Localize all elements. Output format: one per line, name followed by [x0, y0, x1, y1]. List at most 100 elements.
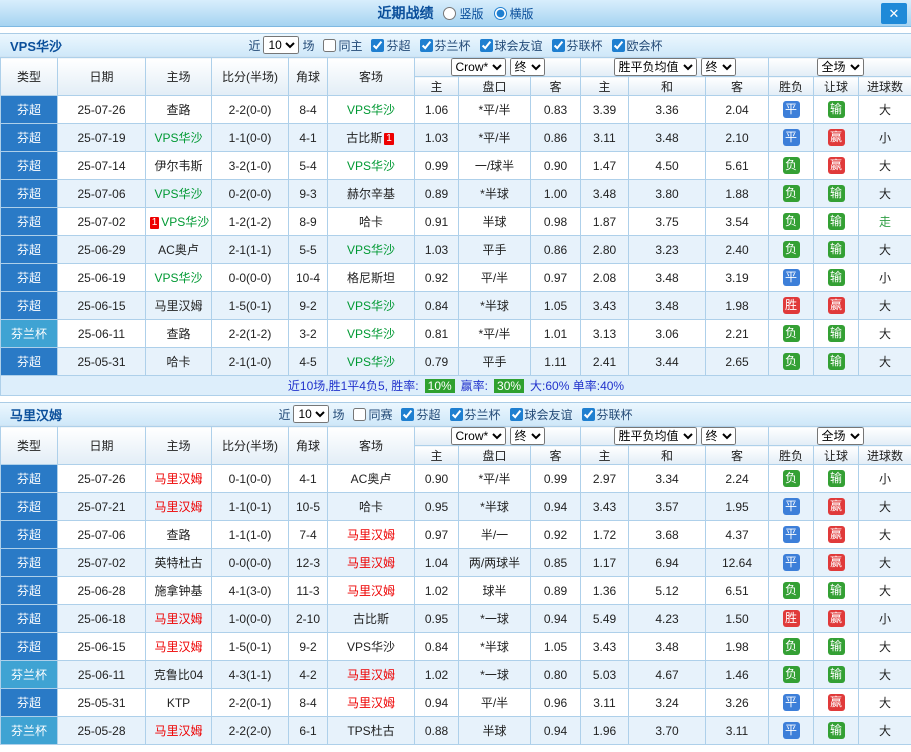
asia-handicap: *半球	[458, 492, 531, 521]
result-handicap-cell: 赢	[813, 604, 860, 633]
filter-checkbox[interactable]: 芬兰杯	[449, 406, 501, 423]
team-section: 马里汉姆近 10 场同赛 芬超 芬兰杯 球会友谊 芬联杯 类型 日期 主场 比分(半场) 角球 客场 Cr…	[0, 402, 911, 745]
match-date: 25-06-28	[57, 576, 146, 605]
checkbox-input[interactable]	[479, 38, 493, 52]
euro-away-odds: 2.04	[704, 95, 770, 124]
checkbox-input[interactable]	[581, 407, 595, 421]
result-wdl-cell: 胜	[768, 291, 815, 320]
europe-odds-select[interactable]: 胜平负均值	[613, 427, 697, 445]
checkbox-input[interactable]	[353, 407, 367, 421]
asia-home-odds: 0.95	[414, 604, 459, 633]
home-team-name: 查路	[166, 528, 191, 542]
league-type-cell: 芬超	[0, 464, 58, 493]
euro-away-odds: 3.19	[704, 263, 770, 292]
asia-odds-select[interactable]: Crow*	[450, 58, 506, 76]
home-team-name: 伊尔韦斯	[154, 159, 203, 173]
euro-home-odds: 3.11	[580, 123, 629, 152]
handicap-badge: 赢	[827, 694, 845, 711]
filter-bar: 近 10 场 同主 芬超 芬兰杯 球会友谊 芬联杯 欧会杯	[248, 36, 663, 54]
checkbox-input[interactable]	[551, 38, 565, 52]
filter-checkbox[interactable]: 芬联杯	[581, 406, 633, 423]
league-type-cell: 芬超	[0, 235, 58, 264]
corner-cell: 8-9	[288, 207, 328, 236]
checkbox-input[interactable]	[419, 38, 433, 52]
asia-odds-select[interactable]: 终	[509, 58, 545, 76]
handicap-badge: 输	[827, 722, 845, 739]
wdl-badge: 负	[782, 213, 800, 230]
match-row: 芬超 25-05-31 KTP 2-2(0-1) 8-4 马里汉姆 0.94 平/半 0.96 3…	[0, 688, 911, 717]
wdl-badge: 负	[782, 325, 800, 342]
wdl-badge: 平	[782, 722, 800, 739]
layout-radio-horizontal[interactable]: 横版	[493, 5, 534, 22]
close-button[interactable]: ✕	[881, 3, 907, 24]
asia-odds-select[interactable]: 终	[509, 427, 545, 445]
radio-input[interactable]	[443, 6, 457, 20]
result-handicap-cell: 输	[813, 464, 860, 493]
filter-checkbox[interactable]: 芬兰杯	[419, 37, 471, 54]
score-cell: 0-0(0-0)	[211, 263, 289, 292]
filter-checkbox[interactable]: 芬超	[401, 406, 441, 423]
score-cell: 2-1(1-1)	[211, 235, 289, 264]
checkbox-input[interactable]	[323, 38, 337, 52]
match-date: 25-06-15	[57, 632, 146, 661]
europe-odds-select[interactable]: 终	[700, 427, 736, 445]
checkbox-input[interactable]	[611, 38, 625, 52]
handicap-badge: 赢	[827, 129, 845, 146]
radio-label: 竖版	[459, 6, 484, 21]
checkbox-input[interactable]	[449, 407, 463, 421]
away-team-cell: VPS华沙	[327, 347, 415, 376]
asia-handicap: *平/半	[458, 464, 531, 493]
asia-home-odds: 0.79	[414, 347, 459, 376]
league-type-cell: 芬兰杯	[0, 716, 58, 745]
asia-odds-select[interactable]: Crow*	[450, 427, 506, 445]
score-cell: 1-2(1-2)	[211, 207, 289, 236]
euro-home-odds: 2.97	[580, 464, 629, 493]
wdl-badge: 平	[782, 498, 800, 515]
section-header: VPS华沙 近 10 场 同主 芬超 芬兰杯 球会友谊 芬联杯 欧会杯	[0, 33, 911, 57]
asia-handicap: *一球	[458, 604, 531, 633]
asia-home-odds: 0.91	[414, 207, 459, 236]
fulltime-select[interactable]: 全场	[816, 427, 864, 445]
league-type-cell: 芬超	[0, 576, 58, 605]
handicap-badge: 赢	[827, 554, 845, 571]
checkbox-input[interactable]	[401, 407, 415, 421]
league-type-cell: 芬超	[0, 179, 58, 208]
result-wdl-cell: 平	[768, 520, 815, 549]
corner-cell: 9-2	[288, 632, 328, 661]
away-team-name: 格尼斯坦	[346, 271, 395, 285]
score-cell: 2-2(1-2)	[211, 319, 289, 348]
column-header: 客	[530, 445, 581, 465]
fulltime-select[interactable]: 全场	[816, 58, 864, 76]
layout-toggle: 竖版 横版	[443, 5, 534, 22]
result-goals-cell: 大	[858, 548, 911, 577]
page-title: 近期战绩	[377, 5, 434, 21]
filter-checkbox[interactable]: 芬联杯	[551, 37, 603, 54]
filter-checkbox[interactable]: 同主	[323, 37, 362, 54]
match-count-select[interactable]: 10	[293, 405, 330, 423]
filter-checkbox[interactable]: 芬超	[371, 37, 411, 54]
away-team-cell: VPS华沙	[327, 95, 415, 124]
europe-odds-select[interactable]: 终	[700, 58, 736, 76]
radio-input[interactable]	[493, 6, 507, 20]
filter-checkbox[interactable]: 同赛	[353, 406, 392, 423]
checkbox-label: 球会友谊	[494, 38, 543, 53]
checkbox-input[interactable]	[371, 38, 385, 52]
filter-checkbox[interactable]: 欧会杯	[611, 37, 663, 54]
match-count-select[interactable]: 10	[263, 36, 300, 54]
filter-checkbox[interactable]: 球会友谊	[479, 37, 543, 54]
match-date: 25-07-02	[57, 207, 146, 236]
column-header: 主	[414, 76, 459, 96]
checkbox-input[interactable]	[509, 407, 523, 421]
away-team-name: 马里汉姆	[346, 556, 395, 570]
away-team-cell: 马里汉姆	[327, 688, 415, 717]
euro-home-odds: 3.43	[580, 492, 629, 521]
layout-radio-vertical[interactable]: 竖版	[443, 5, 484, 22]
home-team-name: 查路	[166, 103, 191, 117]
europe-odds-select[interactable]: 胜平负均值	[613, 58, 697, 76]
result-goals-cell: 大	[858, 576, 911, 605]
summary-text: 大:60% 单率:40%	[530, 379, 625, 393]
result-goals-cell: 大	[858, 179, 911, 208]
handicap-badge: 输	[827, 582, 845, 599]
filter-checkbox[interactable]: 球会友谊	[509, 406, 573, 423]
away-team-name: VPS华沙	[346, 103, 395, 117]
